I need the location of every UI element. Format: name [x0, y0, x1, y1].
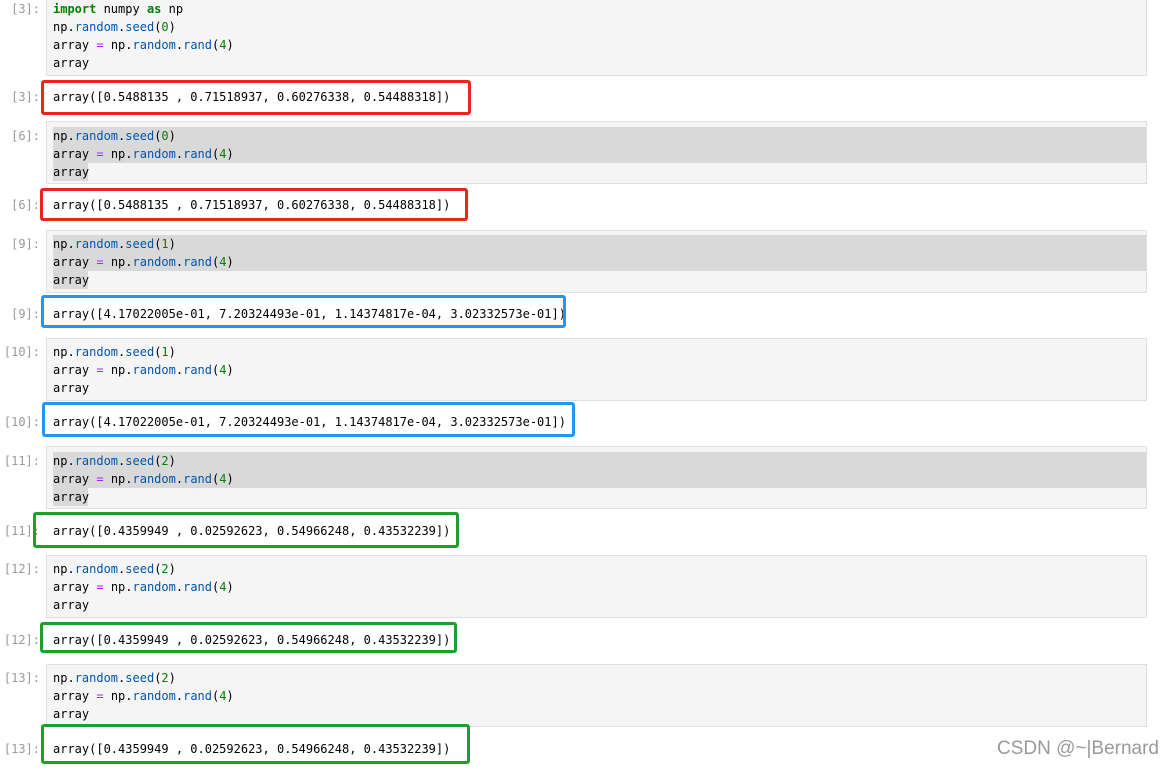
code-line: np.random.seed(0) [53, 129, 176, 143]
highlight-frame-red [40, 188, 468, 221]
code-line: array = np.random.rand(4) [53, 689, 234, 703]
code-line: array [53, 381, 90, 395]
input-prompt: [9]: [11, 237, 40, 251]
code-line: array = np.random.rand(4) [53, 472, 234, 486]
code-line: np.random.seed(2) [53, 562, 176, 576]
code-line: array [53, 598, 90, 612]
input-prompt: [12]: [3, 562, 40, 576]
code-line: array [53, 490, 90, 504]
code-line: array [53, 707, 90, 721]
code-line: import numpy as np [53, 2, 184, 16]
code-line: array = np.random.rand(4) [53, 147, 234, 161]
input-prompt: [10]: [3, 345, 40, 359]
code-line: array = np.random.rand(4) [53, 363, 234, 377]
highlight-frame-blue [41, 295, 566, 328]
code-line: np.random.seed(2) [53, 671, 176, 685]
code-line: array = np.random.rand(4) [53, 580, 234, 594]
highlight-frame-green [33, 512, 459, 548]
output-prompt: [6]: [11, 198, 40, 212]
watermark: CSDN @~|Bernard [996, 738, 1159, 759]
code-line: np.random.seed(0) [53, 20, 176, 34]
highlight-frame-red [41, 80, 471, 115]
output-prompt: [10]: [3, 415, 40, 429]
code-line: array [53, 56, 90, 70]
highlight-frame-green [40, 622, 457, 653]
code-line: array [53, 273, 90, 287]
output-prompt: [3]: [11, 90, 40, 104]
highlight-frame-green [41, 724, 470, 764]
output-prompt: [13]: [3, 742, 40, 756]
input-prompt: [3]: [11, 2, 40, 16]
code-line: array = np.random.rand(4) [53, 255, 234, 269]
output-prompt: [12]: [3, 633, 40, 647]
input-prompt: [13]: [3, 671, 40, 685]
code-line: np.random.seed(2) [53, 454, 176, 468]
output-prompt: [9]: [11, 307, 40, 321]
code-line: np.random.seed(1) [53, 345, 176, 359]
input-prompt: [6]: [11, 129, 40, 143]
code-line: array = np.random.rand(4) [53, 38, 234, 52]
code-line: array [53, 165, 90, 179]
highlight-frame-blue [42, 402, 575, 437]
input-prompt: [11]: [3, 454, 40, 468]
code-line: np.random.seed(1) [53, 237, 176, 251]
